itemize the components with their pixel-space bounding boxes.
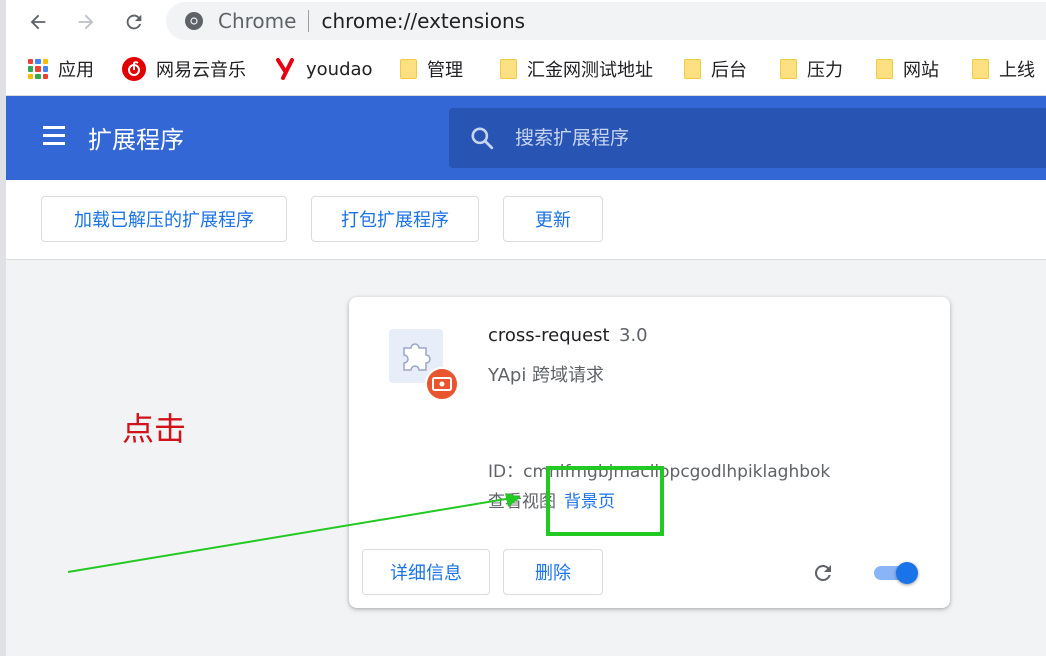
developer-toolbar: 加载已解压的扩展程序 打包扩展程序 更新 — [0, 180, 1046, 260]
remove-button[interactable]: 删除 — [503, 549, 603, 595]
developer-mode-icon — [432, 377, 452, 391]
update-button[interactable]: 更新 — [503, 196, 603, 242]
extension-version: 3.0 — [619, 325, 648, 346]
folder-icon — [876, 59, 893, 79]
page-title: 扩展程序 — [88, 126, 184, 154]
bookmark-label: 网易云音乐 — [156, 60, 246, 81]
window-edge — [0, 0, 6, 656]
search-input[interactable] — [515, 127, 1015, 149]
forward-button[interactable] — [70, 6, 102, 38]
chrome-icon — [185, 12, 203, 30]
menu-icon — [43, 134, 65, 137]
folder-icon — [780, 59, 797, 79]
netease-music-icon — [122, 57, 146, 81]
load-unpacked-button[interactable]: 加载已解压的扩展程序 — [41, 196, 287, 242]
omnibox-site-label: Chrome — [218, 9, 297, 33]
bookmarks-bar: 应用 网易云音乐 youdao 管理 汇金网测试地址 后台 压力 网站 上线 — [0, 44, 1046, 96]
bookmark-label: 网站 — [903, 60, 939, 81]
menu-icon — [43, 142, 65, 145]
back-button[interactable] — [22, 6, 54, 38]
pack-extension-button[interactable]: 打包扩展程序 — [311, 196, 479, 242]
folder-icon — [972, 59, 989, 79]
bookmark-label: youdao — [306, 58, 373, 80]
folder-icon — [500, 59, 517, 79]
puzzle-icon — [403, 343, 431, 371]
search-box[interactable] — [449, 108, 1046, 168]
unpacked-badge — [425, 367, 459, 401]
extension-description: YApi 跨域请求 — [488, 365, 605, 386]
bookmark-folder-test[interactable]: 汇金网测试地址 — [500, 54, 653, 84]
annotation-highlight-box — [546, 466, 664, 536]
bookmark-label: 管理 — [427, 60, 463, 81]
bookmark-folder-release[interactable]: 上线 — [972, 54, 1035, 84]
bookmark-folder-pressure[interactable]: 压力 — [780, 54, 843, 84]
bookmark-label: 后台 — [711, 60, 747, 81]
omnibox[interactable]: Chrome chrome://extensions — [166, 2, 1046, 40]
extension-id-label: ID： — [488, 462, 524, 482]
folder-icon — [684, 59, 701, 79]
annotation-click-label: 点击 — [122, 410, 187, 448]
bookmark-netease-music[interactable]: 网易云音乐 — [122, 54, 246, 84]
main-menu-button[interactable] — [40, 124, 68, 148]
toggle-knob — [896, 562, 918, 584]
extension-card: cross-request 3.0 YApi 跨域请求 ID：cmnlfmgbj… — [349, 297, 950, 608]
bookmark-label: 应用 — [58, 60, 94, 81]
bookmark-folder-backend[interactable]: 后台 — [684, 54, 747, 84]
extension-name: cross-request — [488, 325, 610, 346]
details-button[interactable]: 详细信息 — [362, 549, 490, 595]
youdao-icon — [276, 58, 294, 80]
back-arrow-icon — [30, 14, 46, 30]
search-icon — [471, 127, 494, 150]
bookmark-apps[interactable]: 应用 — [28, 54, 94, 84]
omnibox-separator — [308, 10, 310, 32]
bookmark-youdao[interactable]: youdao — [276, 54, 373, 84]
bookmark-label: 上线 — [999, 60, 1035, 81]
bookmark-folder-website[interactable]: 网站 — [876, 54, 939, 84]
bookmark-label: 压力 — [807, 60, 843, 81]
menu-icon — [43, 126, 65, 129]
enable-toggle[interactable] — [874, 562, 920, 584]
reload-icon — [126, 14, 142, 30]
bookmark-label: 汇金网测试地址 — [527, 60, 653, 81]
extensions-header: 扩展程序 — [0, 96, 1046, 180]
reload-page-button[interactable] — [118, 6, 150, 38]
apps-grid-icon — [28, 59, 48, 79]
omnibox-url[interactable]: chrome://extensions — [321, 9, 525, 33]
folder-icon — [400, 59, 417, 79]
forward-arrow-icon — [78, 14, 94, 30]
reload-extension-icon[interactable] — [811, 561, 835, 585]
bookmark-folder-manage[interactable]: 管理 — [400, 54, 463, 84]
browser-toolbar: Chrome chrome://extensions — [0, 0, 1046, 44]
